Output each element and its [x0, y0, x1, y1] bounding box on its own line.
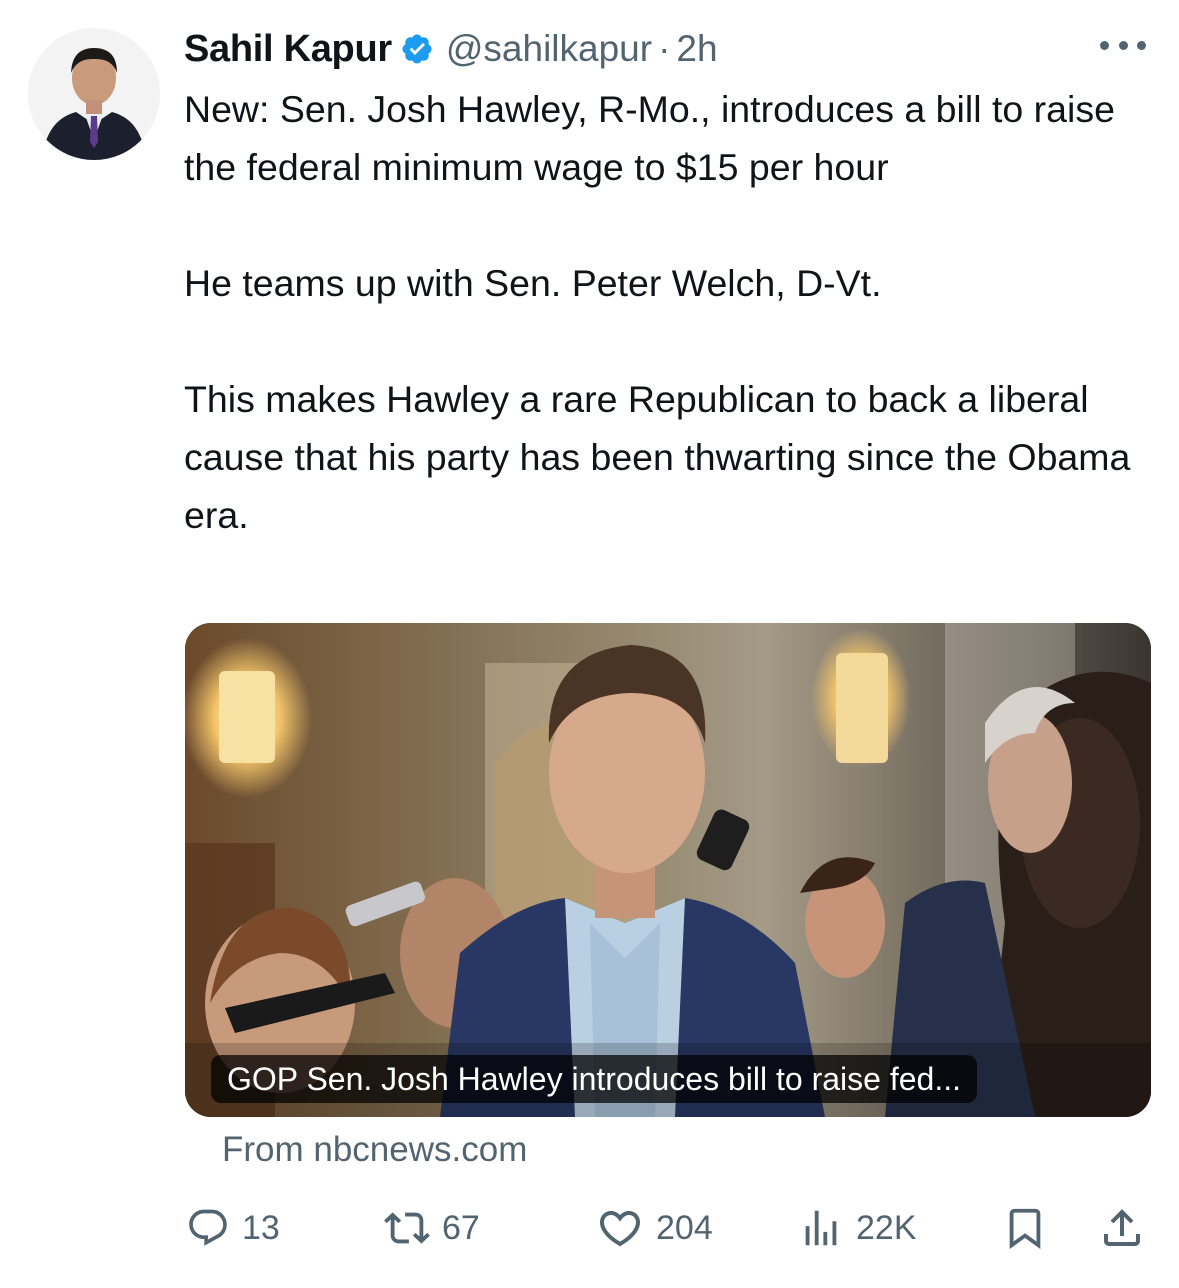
- link-card-source[interactable]: From nbcnews.com: [222, 1130, 527, 1170]
- link-card-title: GOP Sen. Josh Hawley introduces bill to …: [211, 1055, 977, 1103]
- bookmark-button[interactable]: [1002, 1196, 1048, 1260]
- repost-count: 67: [442, 1208, 480, 1247]
- tweet-text: New: Sen. Josh Hawley, R-Mo., introduces…: [184, 80, 1154, 544]
- views-count: 22K: [856, 1208, 917, 1247]
- reply-icon: [186, 1206, 230, 1250]
- separator-dot: ·: [658, 28, 671, 69]
- views-icon: [798, 1205, 844, 1251]
- display-name[interactable]: Sahil Kapur: [184, 28, 392, 71]
- tweet-paragraph: He teams up with Sen. Peter Welch, D-Vt.: [184, 262, 882, 304]
- repost-button[interactable]: 67: [384, 1196, 480, 1260]
- share-button[interactable]: [1098, 1196, 1146, 1260]
- views-button[interactable]: 22K: [798, 1196, 917, 1260]
- bookmark-icon: [1002, 1204, 1048, 1252]
- tweet-header: Sahil Kapur @sahilkapur · 2h: [184, 22, 718, 76]
- repost-icon: [384, 1205, 430, 1251]
- user-handle[interactable]: @sahilkapur: [446, 28, 652, 70]
- more-icon[interactable]: [1100, 34, 1146, 56]
- more-dot: [1137, 40, 1146, 50]
- like-icon: [596, 1204, 644, 1252]
- link-card-image: [185, 623, 1151, 1117]
- tweet-paragraph: New: Sen. Josh Hawley, R-Mo., introduces…: [184, 88, 1115, 188]
- reply-button[interactable]: 13: [186, 1196, 280, 1260]
- share-icon: [1098, 1204, 1146, 1252]
- like-count: 204: [656, 1208, 713, 1247]
- timestamp[interactable]: 2h: [676, 28, 717, 70]
- action-bar: 13 67 204 22K: [186, 1196, 1150, 1260]
- reply-count: 13: [242, 1208, 280, 1247]
- verified-badge-icon: [402, 34, 432, 64]
- link-card[interactable]: GOP Sen. Josh Hawley introduces bill to …: [185, 623, 1151, 1117]
- more-dot: [1118, 40, 1128, 50]
- avatar-photo: [28, 28, 160, 160]
- more-dot: [1100, 40, 1109, 50]
- tweet-paragraph: This makes Hawley a rare Republican to b…: [184, 378, 1131, 536]
- avatar[interactable]: [28, 28, 160, 160]
- like-button[interactable]: 204: [596, 1196, 713, 1260]
